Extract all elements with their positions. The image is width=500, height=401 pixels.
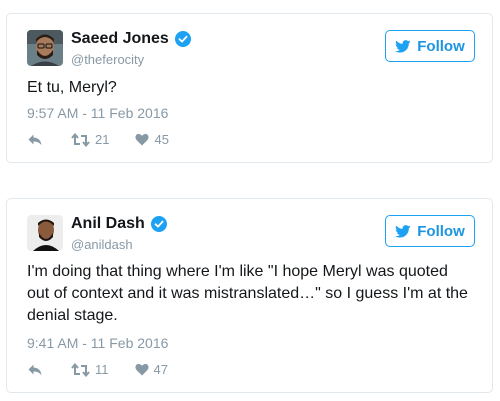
- heart-icon: [134, 363, 149, 376]
- reply-icon: [27, 363, 43, 377]
- author-handle[interactable]: @theferocity: [71, 52, 144, 67]
- retweet-count: 21: [95, 132, 110, 147]
- like-count: 47: [153, 362, 168, 377]
- twitter-bird-icon: [395, 224, 411, 238]
- like-count: 45: [154, 132, 169, 147]
- tweet-actions: 21 45: [27, 132, 169, 147]
- follow-button-label: Follow: [417, 222, 465, 240]
- reply-button[interactable]: [27, 133, 43, 147]
- follow-button[interactable]: Follow: [385, 30, 475, 62]
- verified-badge-icon: [174, 31, 191, 47]
- tweet-text: I'm doing that thing where I'm like "I h…: [27, 263, 468, 324]
- tweet-card: Anil Dash @anildash Follow I'm doing tha…: [6, 198, 493, 393]
- avatar[interactable]: [27, 30, 63, 66]
- like-button[interactable]: 45: [135, 132, 169, 147]
- retweet-button[interactable]: 21: [71, 132, 109, 147]
- author-name[interactable]: Anil Dash: [71, 215, 167, 233]
- heart-icon: [135, 133, 150, 146]
- author-name-text[interactable]: Anil Dash: [71, 215, 145, 233]
- reply-button[interactable]: [27, 363, 43, 377]
- verified-badge-icon: [150, 216, 167, 232]
- author-name-text[interactable]: Saeed Jones: [71, 30, 169, 48]
- follow-button[interactable]: Follow: [385, 215, 475, 247]
- retweet-icon: [71, 132, 90, 147]
- avatar[interactable]: [27, 215, 63, 251]
- tweet-timestamp[interactable]: 9:41 AM - 11 Feb 2016: [27, 335, 168, 351]
- author-name[interactable]: Saeed Jones: [71, 30, 191, 48]
- tweet-text: Et tu, Meryl?: [27, 79, 117, 96]
- retweet-icon: [71, 362, 90, 377]
- follow-button-label: Follow: [417, 37, 465, 55]
- retweet-button[interactable]: 11: [71, 362, 109, 377]
- retweet-count: 11: [95, 362, 109, 377]
- twitter-bird-icon: [395, 39, 411, 53]
- like-button[interactable]: 47: [134, 362, 168, 377]
- tweet-actions: 11 47: [27, 362, 168, 377]
- reply-icon: [27, 133, 43, 147]
- tweet-card: Saeed Jones @theferocity Follow Et tu, M…: [6, 13, 493, 163]
- tweet-timestamp[interactable]: 9:57 AM - 11 Feb 2016: [27, 105, 168, 121]
- author-handle[interactable]: @anildash: [71, 237, 133, 252]
